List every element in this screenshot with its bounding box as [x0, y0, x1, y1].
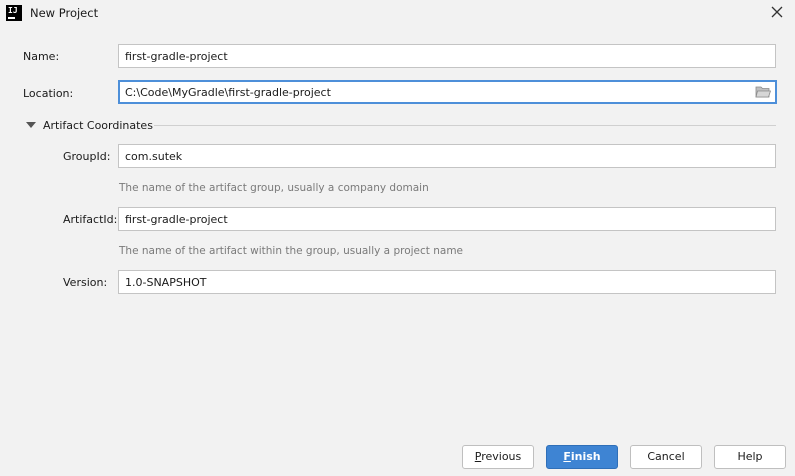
name-input[interactable] [118, 44, 776, 68]
close-icon[interactable] [769, 4, 785, 20]
artifact-id-input[interactable] [118, 207, 776, 231]
name-label: Name: [23, 50, 60, 63]
title-bar: IJ New Project [0, 0, 795, 26]
artifact-id-hint: The name of the artifact within the grou… [119, 245, 464, 257]
finish-button[interactable]: Finish [546, 445, 618, 469]
section-divider [154, 125, 776, 126]
artifact-id-label: ArtifactId: [63, 213, 118, 226]
intellij-logo-icon: IJ [6, 5, 22, 21]
group-id-hint: The name of the artifact group, usually … [119, 182, 429, 194]
group-id-label: GroupId: [63, 150, 111, 163]
previous-button[interactable]: Previous [462, 445, 534, 469]
collapse-triangle-icon[interactable] [26, 121, 36, 129]
location-label: Location: [23, 87, 74, 100]
browse-folder-icon[interactable] [755, 85, 771, 99]
window-title: New Project [30, 6, 99, 20]
help-button[interactable]: Help [714, 445, 786, 469]
version-input[interactable] [118, 270, 776, 294]
group-id-input[interactable] [118, 144, 776, 168]
cancel-button[interactable]: Cancel [630, 445, 702, 469]
version-label: Version: [63, 276, 108, 289]
location-input[interactable] [118, 80, 777, 104]
artifact-coordinates-toggle[interactable]: Artifact Coordinates [43, 119, 153, 132]
